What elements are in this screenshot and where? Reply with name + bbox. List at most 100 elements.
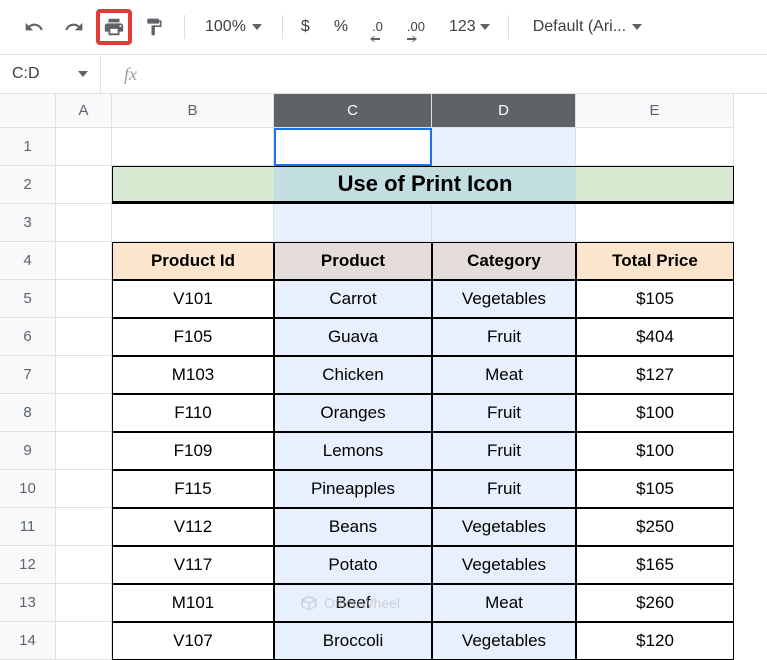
table-cell[interactable]: Beans bbox=[274, 508, 432, 546]
cell[interactable] bbox=[576, 204, 734, 242]
undo-button[interactable] bbox=[16, 9, 52, 45]
row-header[interactable]: 3 bbox=[0, 204, 56, 242]
row-header[interactable]: 5 bbox=[0, 280, 56, 318]
cell[interactable] bbox=[56, 318, 112, 356]
table-cell[interactable]: Meat bbox=[432, 356, 576, 394]
row-header[interactable]: 4 bbox=[0, 242, 56, 280]
cell[interactable] bbox=[56, 470, 112, 508]
table-cell[interactable]: Vegetables bbox=[432, 546, 576, 584]
cell[interactable] bbox=[274, 204, 432, 242]
table-cell[interactable]: Fruit bbox=[432, 432, 576, 470]
table-cell[interactable]: Carrot bbox=[274, 280, 432, 318]
cell[interactable] bbox=[56, 622, 112, 660]
cell[interactable] bbox=[576, 166, 734, 204]
column-header[interactable]: A bbox=[56, 94, 112, 128]
row-header[interactable]: 13 bbox=[0, 584, 56, 622]
table-cell[interactable]: Broccoli bbox=[274, 622, 432, 660]
currency-button[interactable]: $ bbox=[295, 14, 316, 40]
table-cell[interactable]: F109 bbox=[112, 432, 274, 470]
cell[interactable] bbox=[56, 546, 112, 584]
table-cell[interactable]: Potato bbox=[274, 546, 432, 584]
table-cell[interactable]: F105 bbox=[112, 318, 274, 356]
cell[interactable] bbox=[112, 166, 274, 204]
cell[interactable] bbox=[56, 280, 112, 318]
table-cell[interactable]: Oranges bbox=[274, 394, 432, 432]
cell[interactable] bbox=[56, 204, 112, 242]
cell[interactable] bbox=[576, 128, 734, 166]
table-cell[interactable]: $105 bbox=[576, 470, 734, 508]
paint-format-button[interactable] bbox=[136, 9, 172, 45]
table-cell[interactable]: $250 bbox=[576, 508, 734, 546]
redo-button[interactable] bbox=[56, 9, 92, 45]
table-cell[interactable]: $100 bbox=[576, 394, 734, 432]
table-cell[interactable]: Lemons bbox=[274, 432, 432, 470]
cell[interactable] bbox=[56, 432, 112, 470]
cell[interactable] bbox=[56, 166, 112, 204]
table-header[interactable]: Total Price bbox=[576, 242, 734, 280]
row-header[interactable]: 2 bbox=[0, 166, 56, 204]
table-cell[interactable]: V107 bbox=[112, 622, 274, 660]
table-cell[interactable]: Fruit bbox=[432, 394, 576, 432]
cell[interactable] bbox=[112, 128, 274, 166]
table-cell[interactable]: $165 bbox=[576, 546, 734, 584]
table-cell[interactable]: F110 bbox=[112, 394, 274, 432]
table-cell[interactable]: $120 bbox=[576, 622, 734, 660]
table-cell[interactable]: Vegetables bbox=[432, 280, 576, 318]
row-header[interactable]: 11 bbox=[0, 508, 56, 546]
cell[interactable] bbox=[56, 242, 112, 280]
title-cell[interactable]: Use of Print Icon bbox=[274, 166, 576, 204]
more-formats-button[interactable]: 123 bbox=[443, 14, 496, 40]
table-cell[interactable]: F115 bbox=[112, 470, 274, 508]
cell[interactable] bbox=[432, 204, 576, 242]
row-header[interactable]: 14 bbox=[0, 622, 56, 660]
cell[interactable] bbox=[56, 508, 112, 546]
table-cell[interactable]: $404 bbox=[576, 318, 734, 356]
cell[interactable] bbox=[56, 394, 112, 432]
table-cell[interactable]: Chicken bbox=[274, 356, 432, 394]
print-button[interactable] bbox=[96, 9, 132, 45]
table-cell[interactable]: Meat bbox=[432, 584, 576, 622]
row-header[interactable]: 10 bbox=[0, 470, 56, 508]
cells-area[interactable]: Use of Print Icon Product Id Product Cat… bbox=[56, 128, 767, 660]
cell[interactable] bbox=[56, 356, 112, 394]
row-header[interactable]: 7 bbox=[0, 356, 56, 394]
table-cell[interactable]: $105 bbox=[576, 280, 734, 318]
row-header[interactable]: 8 bbox=[0, 394, 56, 432]
name-box[interactable]: C:D bbox=[0, 65, 100, 83]
table-cell[interactable]: $127 bbox=[576, 356, 734, 394]
table-cell[interactable]: Vegetables bbox=[432, 622, 576, 660]
row-header[interactable]: 12 bbox=[0, 546, 56, 584]
cell[interactable] bbox=[56, 584, 112, 622]
table-cell[interactable]: V112 bbox=[112, 508, 274, 546]
row-header[interactable]: 9 bbox=[0, 432, 56, 470]
table-cell[interactable]: V101 bbox=[112, 280, 274, 318]
cell[interactable] bbox=[112, 204, 274, 242]
select-all-corner[interactable] bbox=[0, 94, 56, 128]
cell[interactable] bbox=[432, 128, 576, 166]
row-header[interactable]: 1 bbox=[0, 128, 56, 166]
table-header[interactable]: Product bbox=[274, 242, 432, 280]
column-header[interactable]: D bbox=[432, 94, 576, 128]
font-dropdown[interactable]: Default (Ari... bbox=[521, 18, 654, 36]
cell-active[interactable] bbox=[274, 128, 432, 166]
table-cell[interactable]: Guava bbox=[274, 318, 432, 356]
zoom-dropdown[interactable]: 100% bbox=[197, 18, 270, 36]
table-cell[interactable]: $100 bbox=[576, 432, 734, 470]
decrease-decimal-button[interactable]: .0 bbox=[366, 14, 389, 40]
increase-decimal-button[interactable]: .00 bbox=[401, 14, 431, 40]
table-cell[interactable]: Fruit bbox=[432, 470, 576, 508]
formula-input[interactable] bbox=[160, 55, 767, 93]
table-header[interactable]: Product Id bbox=[112, 242, 274, 280]
column-header[interactable]: C bbox=[274, 94, 432, 128]
table-cell[interactable]: V117 bbox=[112, 546, 274, 584]
table-cell[interactable]: Pineapples bbox=[274, 470, 432, 508]
table-cell[interactable]: $260 bbox=[576, 584, 734, 622]
table-cell[interactable]: Vegetables bbox=[432, 508, 576, 546]
table-cell[interactable]: M103 bbox=[112, 356, 274, 394]
column-header[interactable]: E bbox=[576, 94, 734, 128]
table-header[interactable]: Category bbox=[432, 242, 576, 280]
percent-button[interactable]: % bbox=[328, 14, 354, 40]
table-cell[interactable]: Fruit bbox=[432, 318, 576, 356]
cell[interactable] bbox=[56, 128, 112, 166]
table-cell[interactable]: M101 bbox=[112, 584, 274, 622]
